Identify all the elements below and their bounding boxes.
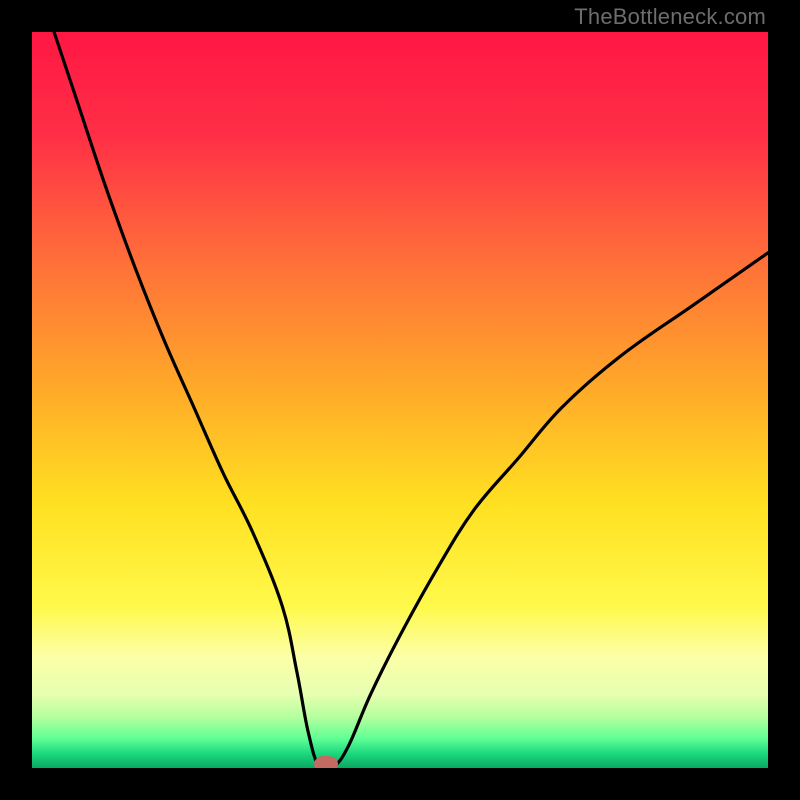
watermark-text: TheBottleneck.com [574, 4, 766, 30]
chart-frame: TheBottleneck.com [0, 0, 800, 800]
curve-layer [32, 32, 768, 768]
plot-area [32, 32, 768, 768]
optimum-marker [314, 756, 338, 768]
bottleneck-curve [54, 32, 768, 768]
